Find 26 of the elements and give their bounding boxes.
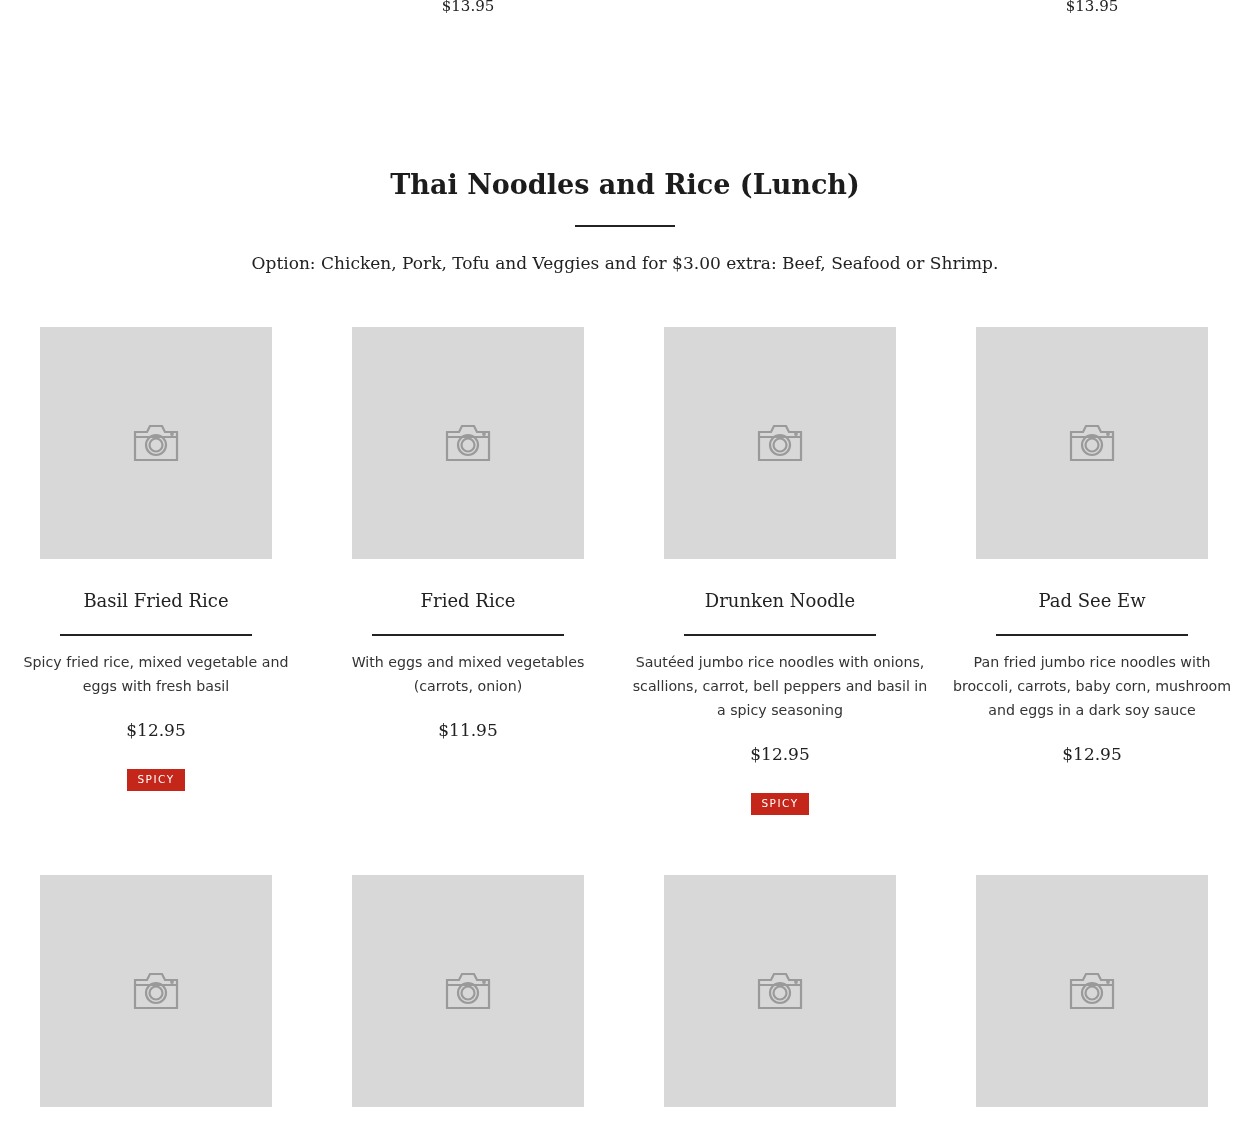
item-description: Pan fried jumbo rice noodles with broccoli, carrots, baby corn, mushroom and eggs in a dark soy sauce: [951, 652, 1233, 720]
camera-icon: [131, 971, 181, 1010]
item-description: Sautéed jumbo rice noodles with onions, scallions, carrot, bell peppers and basil in a spicy seasoning: [631, 652, 929, 720]
item-name: Basil Fried Rice: [83, 588, 229, 613]
item-name: Drunken Noodle: [704, 588, 856, 613]
item-price: $11.95: [438, 718, 498, 742]
section-title: Thai Noodles and Rice (Lunch): [390, 169, 860, 202]
item-name: Fried Rice: [420, 588, 516, 613]
item-description: Spicy fried rice, mixed vegetable and eggs with fresh basil: [22, 652, 290, 696]
camera-icon: [443, 423, 493, 462]
item-price: $12.95: [750, 742, 810, 766]
camera-icon: [1067, 423, 1117, 462]
camera-icon: [131, 423, 181, 462]
item-name: Pad See Ew: [1038, 588, 1146, 613]
item-price: $13.95: [1065, 0, 1119, 12]
camera-icon: [755, 423, 805, 462]
camera-icon: [443, 971, 493, 1010]
spicy-tag: SPICY: [127, 769, 185, 792]
item-price: $12.95: [126, 718, 186, 742]
item-price: $13.95: [441, 0, 495, 12]
section-note: Option: Chicken, Pork, Tofu and Veggies and for $3.00 extra: Beef, Seafood or Shrimp.: [251, 252, 999, 276]
camera-icon: [1067, 971, 1117, 1010]
spicy-tag: SPICY: [751, 793, 809, 816]
item-description: With eggs and mixed vegetables (carrots, onion): [350, 652, 586, 696]
camera-icon: [755, 971, 805, 1010]
item-price: $12.95: [1062, 742, 1122, 766]
